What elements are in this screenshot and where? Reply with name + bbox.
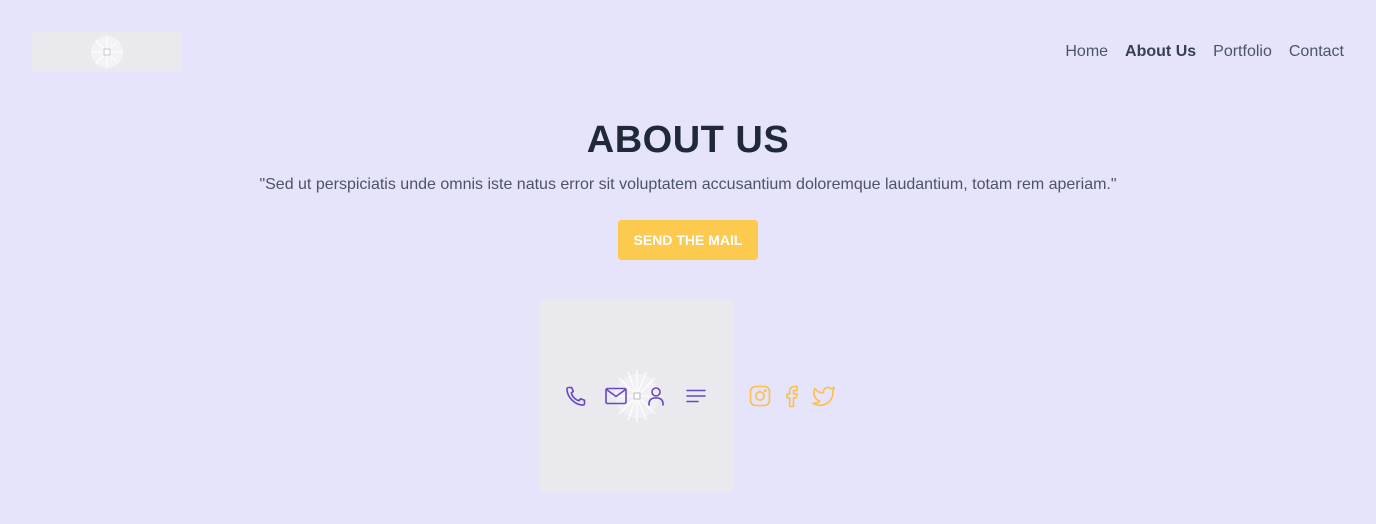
main-nav: Home About Us Portfolio Contact [1065, 41, 1344, 63]
twitter-icon[interactable] [810, 384, 836, 408]
image-placeholder-icon [91, 36, 123, 68]
send-mail-button[interactable]: SEND THE MAIL [618, 220, 758, 260]
menu-icon[interactable] [684, 384, 708, 408]
user-icon[interactable] [644, 384, 668, 408]
hero-quote: "Sed ut perspiciatis unde omnis iste nat… [259, 176, 1117, 193]
phone-icon[interactable] [563, 384, 589, 408]
nav-contact-link[interactable]: Contact [1289, 41, 1344, 63]
facebook-icon[interactable] [780, 384, 804, 408]
logo[interactable] [32, 32, 182, 72]
mail-icon[interactable] [604, 384, 628, 408]
nav-portfolio-link[interactable]: Portfolio [1213, 41, 1272, 63]
page-title: ABOUT US [586, 119, 790, 161]
nav-about-us-link[interactable]: About Us [1125, 41, 1196, 63]
nav-home-link[interactable]: Home [1065, 41, 1108, 63]
instagram-icon[interactable] [748, 384, 772, 408]
